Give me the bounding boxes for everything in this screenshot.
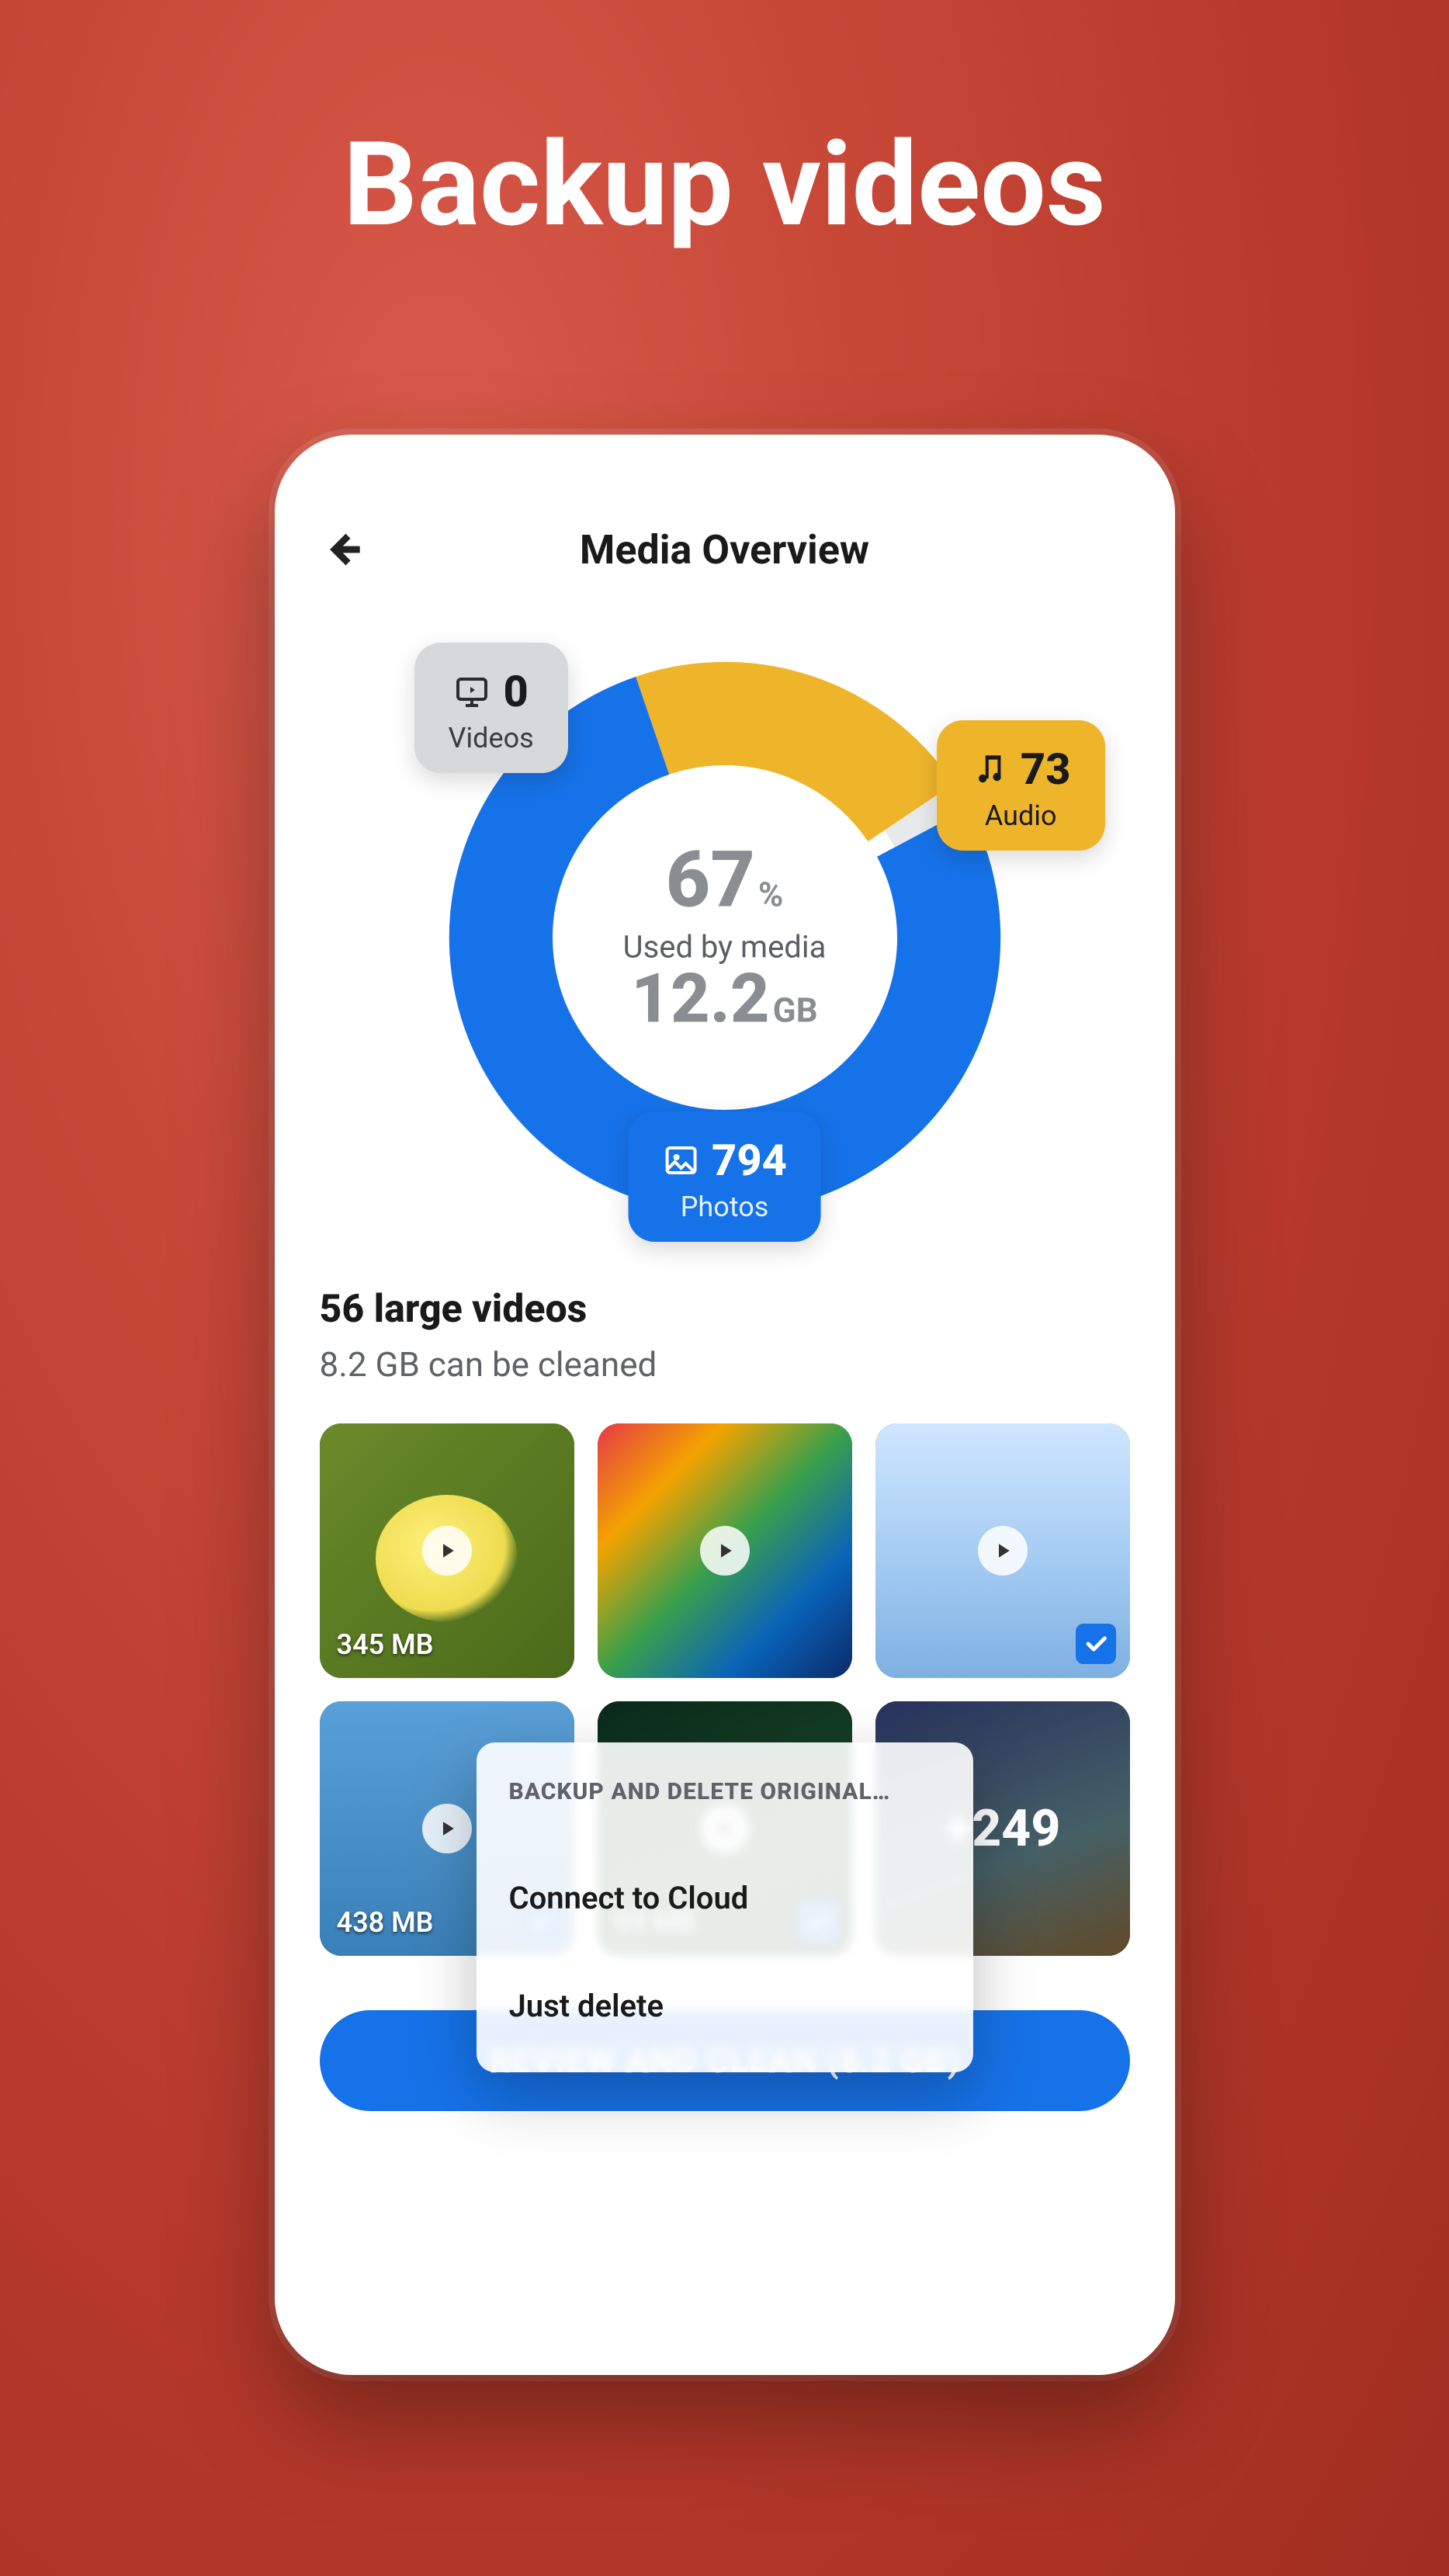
play-icon (422, 1804, 472, 1853)
popup-title: BACKUP AND DELETE ORIGINAL… (509, 1778, 941, 1805)
badge-videos-count: 0 (503, 666, 528, 717)
donut-percent-sign: % (758, 875, 784, 915)
backup-delete-popup: BACKUP AND DELETE ORIGINAL… Connect to C… (477, 1742, 973, 2072)
popup-item-connect-cloud[interactable]: Connect to Cloud (509, 1844, 941, 1952)
phone-frame: Media Overview 67 % Used by media 12.2 G… (275, 435, 1175, 2375)
image-icon (662, 1142, 699, 1179)
section-title: 56 large videos (320, 1287, 1130, 1332)
play-icon (422, 1526, 472, 1576)
back-button[interactable] (320, 526, 366, 573)
thumb-size-label: 438 MB (337, 1906, 434, 1939)
donut-size-unit: GB (773, 990, 818, 1031)
badge-audio-count: 73 (1021, 744, 1071, 795)
donut-percent: 67 (666, 835, 755, 926)
monitor-play-icon (453, 673, 491, 710)
media-donut-chart: 67 % Used by media 12.2 GB 0 Videos (438, 650, 1012, 1225)
promo-title: Backup videos (0, 116, 1449, 253)
app-header: Media Overview (320, 511, 1130, 588)
thumb-size-label: 345 MB (337, 1628, 434, 1661)
music-note-icon (971, 751, 1008, 788)
video-thumb[interactable] (598, 1423, 852, 1678)
donut-size: 12.2 (631, 959, 769, 1039)
badge-photos-count: 794 (712, 1135, 787, 1186)
badge-videos[interactable]: 0 Videos (414, 643, 568, 773)
video-thumb[interactable]: 345 MB (320, 1423, 574, 1678)
badge-videos-label: Videos (449, 722, 534, 754)
popup-item-just-delete[interactable]: Just delete (509, 1952, 941, 2060)
badge-photos[interactable]: 794 Photos (628, 1111, 821, 1242)
section-subtitle: 8.2 GB can be cleaned (320, 1344, 1130, 1385)
thumb-checkbox[interactable] (1076, 1624, 1116, 1664)
video-thumb[interactable] (875, 1423, 1130, 1678)
arrow-left-icon (323, 529, 363, 570)
play-icon (978, 1526, 1028, 1576)
badge-audio-label: Audio (985, 799, 1057, 832)
play-icon (700, 1526, 750, 1576)
badge-photos-label: Photos (681, 1191, 769, 1223)
page-title: Media Overview (580, 526, 869, 574)
donut-center: 67 % Used by media 12.2 GB (623, 842, 827, 1034)
badge-audio[interactable]: 73 Audio (937, 720, 1105, 851)
